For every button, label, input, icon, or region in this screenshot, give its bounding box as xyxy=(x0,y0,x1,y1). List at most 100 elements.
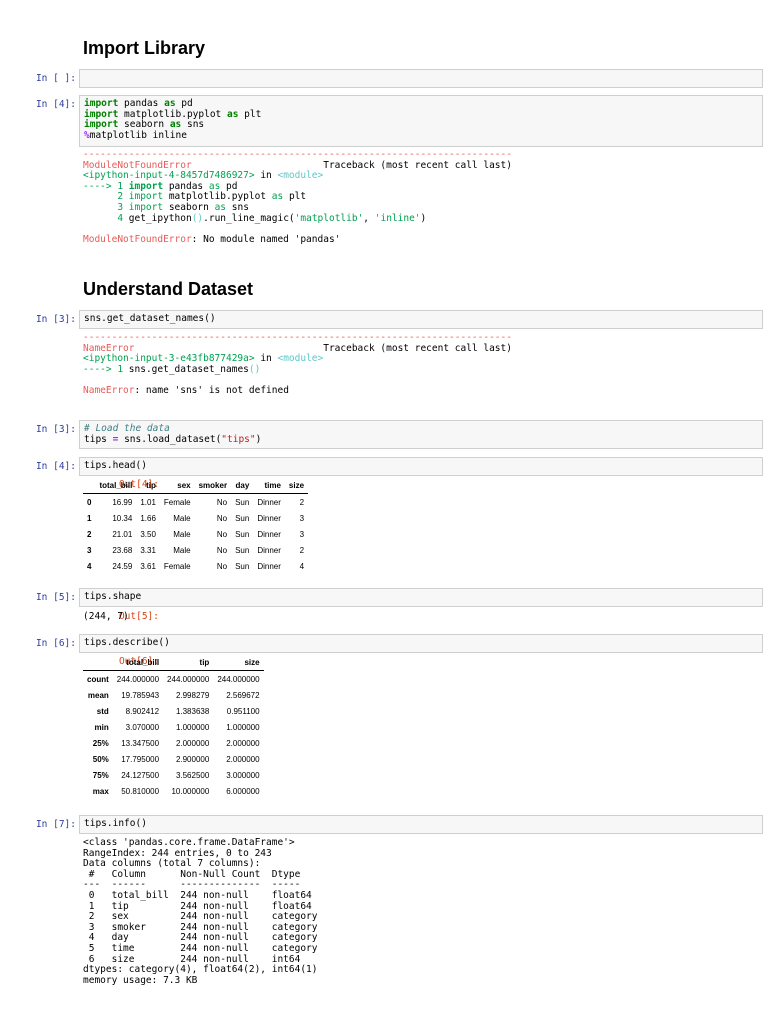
table-cell: 244.000000 xyxy=(116,674,160,684)
table-cell: 50.810000 xyxy=(121,786,160,796)
code-line: import matplotlib.pyplot as plt xyxy=(84,108,262,120)
table-cell: Dinner xyxy=(257,561,281,571)
row-index: max xyxy=(92,786,109,796)
table-cell: 2.000000 xyxy=(226,754,260,764)
table-row: 25% 13.347500 2.000000 2.000000 xyxy=(83,735,264,751)
column-header: day xyxy=(231,478,254,494)
cell-5-in-prompt: In [4]: xyxy=(35,461,76,472)
column-header xyxy=(83,655,113,671)
table-cell: Sun xyxy=(235,513,250,523)
table-row: max 50.810000 10.000000 6.000000 xyxy=(83,783,264,799)
code-line: import seaborn as sns xyxy=(84,119,205,131)
row-index: mean xyxy=(87,690,109,700)
column-header xyxy=(83,478,96,494)
tips-head-table: total_bill tip sex smoker day time size 0 16.99 1… xyxy=(83,478,309,574)
code-comment: # Load the data xyxy=(84,423,170,434)
column-header: total_bill xyxy=(95,478,137,494)
cell-2-error-output: ----------------------------------------… xyxy=(83,149,512,245)
cell-2-code-input[interactable]: import pandas as pd import matplotlib.py… xyxy=(79,95,763,147)
table-cell: 2.000000 xyxy=(175,738,210,748)
row-index: std xyxy=(96,706,109,716)
table-cell: 4 xyxy=(299,561,305,571)
info-output-line: memory usage: 7.3 KB xyxy=(83,974,198,986)
cell-3-in-prompt: In [3]: xyxy=(35,314,76,325)
table-cell: Dinner xyxy=(257,513,281,523)
table-row: mean 19.785943 2.998279 2.569672 xyxy=(83,687,264,703)
column-header: sex xyxy=(159,478,195,494)
table-cell: 3.31 xyxy=(140,545,156,555)
section-heading-import-library: Import Library xyxy=(83,38,206,58)
table-cell: 1.66 xyxy=(140,513,156,523)
row-index: 4 xyxy=(87,561,92,571)
code-line: tips = sns.load_dataset("tips") xyxy=(84,433,262,445)
table-cell: 2.900000 xyxy=(175,754,210,764)
row-index: 0 xyxy=(87,497,92,507)
cell-2-in-prompt: In [4]: xyxy=(35,99,76,110)
table-row: count 244.000000 244.000000 244.000000 xyxy=(83,671,264,688)
table-cell: Sun xyxy=(235,561,250,571)
info-output-line: 0 total_bill 244 non-null float64 xyxy=(83,889,318,901)
table-cell: 24.59 xyxy=(112,561,133,571)
table-cell: 244.000000 xyxy=(217,674,260,684)
table-cell: 3 xyxy=(299,529,305,539)
table-row: 50% 17.795000 2.900000 2.000000 xyxy=(83,751,264,767)
table-cell: 1.000000 xyxy=(226,722,260,732)
table-cell: 19.785943 xyxy=(121,690,160,700)
cell-1-code-input[interactable] xyxy=(79,69,763,88)
row-index: count xyxy=(87,674,109,684)
cell-8-code-input[interactable]: tips.info() xyxy=(79,815,763,834)
table-cell: 1.383638 xyxy=(175,706,210,716)
table-row: 1 10.34 1.66 Male No Sun Dinner 3 xyxy=(83,510,308,526)
cell-7-in-prompt: In [6]: xyxy=(35,638,76,649)
cell-1-in-prompt: In [ ]: xyxy=(35,73,76,84)
table-cell: 0.951100 xyxy=(226,706,260,716)
cell-7-code-input[interactable]: tips.describe() xyxy=(79,634,763,653)
table-cell: Male xyxy=(173,545,191,555)
table-cell: 21.01 xyxy=(112,529,133,539)
tips-describe-table: total_bill tip size count 244.000000 244.0000… xyxy=(83,655,264,799)
row-index: 1 xyxy=(87,513,92,523)
table-cell: 3.562500 xyxy=(175,770,210,780)
table-cell: 3.50 xyxy=(140,529,156,539)
table-cell: 1.01 xyxy=(140,497,156,507)
info-output-line: <class 'pandas.core.frame.DataFrame'> xyxy=(83,837,295,848)
table-cell: Sun xyxy=(235,529,250,539)
table-cell: 2 xyxy=(299,497,305,507)
cell-6-in-prompt: In [5]: xyxy=(35,592,76,603)
cell-6-code-input[interactable]: tips.shape xyxy=(79,588,763,607)
table-cell: Sun xyxy=(235,545,250,555)
table-cell: No xyxy=(216,545,228,555)
table-cell: 23.68 xyxy=(112,545,133,555)
table-cell: 24.127500 xyxy=(121,770,160,780)
row-index: 3 xyxy=(87,545,92,555)
table-cell: Female xyxy=(163,561,191,571)
table-cell: No xyxy=(216,561,228,571)
table-cell: 3.61 xyxy=(140,561,156,571)
section-heading-understand-dataset: Understand Dataset xyxy=(83,279,254,299)
table-row: 3 23.68 3.31 Male No Sun Dinner 2 xyxy=(83,542,308,558)
cell-5-code-input[interactable]: tips.head() xyxy=(79,457,763,476)
table-cell: Male xyxy=(173,513,191,523)
column-header: smoker xyxy=(194,478,232,494)
table-row: 4 24.59 3.61 Female No Sun Dinner 4 xyxy=(83,558,308,574)
row-index: 25% xyxy=(92,738,109,748)
table-cell: No xyxy=(216,497,228,507)
table-cell: 2.000000 xyxy=(226,738,260,748)
column-header: tip xyxy=(136,478,160,494)
cell-4-in-prompt: In [3]: xyxy=(35,424,76,435)
table-row: min 3.070000 1.000000 1.000000 xyxy=(83,719,264,735)
cell-4-code-input[interactable]: # Load the data tips = sns.load_dataset(… xyxy=(79,420,763,449)
table-cell: 17.795000 xyxy=(121,754,160,764)
table-cell: 2 xyxy=(299,545,305,555)
row-index: min xyxy=(94,722,109,732)
code-line: import pandas as pd xyxy=(84,98,193,109)
cell-3-code-input[interactable]: sns.get_dataset_names() xyxy=(79,310,763,329)
row-index: 50% xyxy=(92,754,109,764)
info-output-line: 5 time 244 non-null category xyxy=(83,942,318,954)
table-cell: 16.99 xyxy=(112,497,133,507)
table-cell: No xyxy=(216,529,228,539)
table-cell: 244.000000 xyxy=(167,674,210,684)
row-index: 75% xyxy=(92,770,109,780)
column-header: total_bill xyxy=(112,655,164,671)
table-cell: 3 xyxy=(299,513,305,523)
